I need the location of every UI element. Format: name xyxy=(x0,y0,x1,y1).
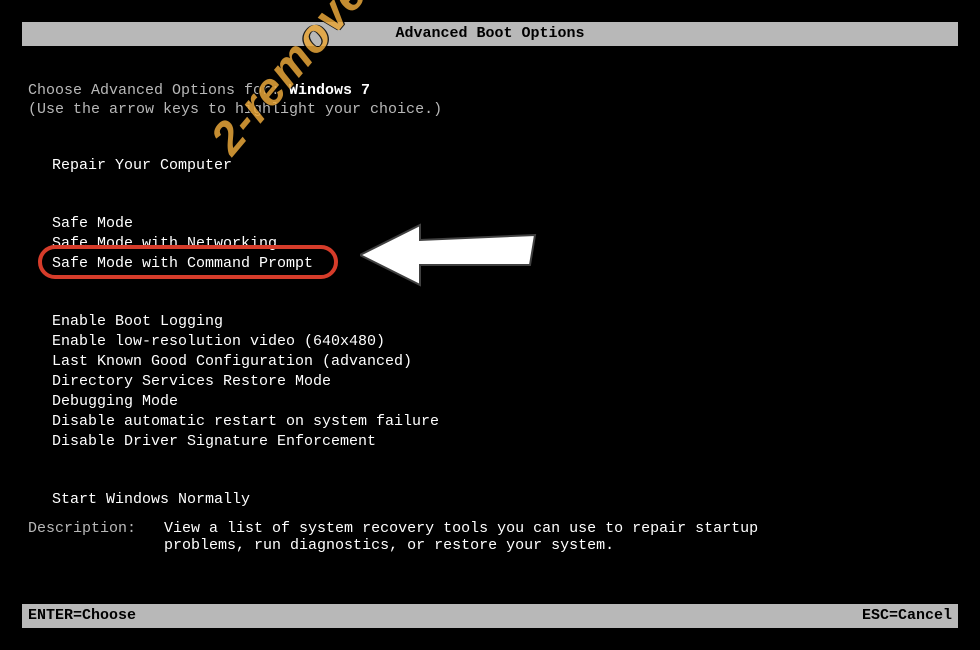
group-safe-modes: Safe Mode Safe Mode with Networking Safe… xyxy=(28,214,952,274)
option-start-normally[interactable]: Start Windows Normally xyxy=(52,490,250,510)
option-ds-restore-mode[interactable]: Directory Services Restore Mode xyxy=(52,372,331,392)
description-label: Description: xyxy=(28,520,136,554)
group-advanced: Enable Boot Logging Enable low-resolutio… xyxy=(28,312,952,452)
option-safe-mode-networking[interactable]: Safe Mode with Networking xyxy=(52,234,277,254)
option-debugging-mode[interactable]: Debugging Mode xyxy=(52,392,178,412)
footer-bar: ENTER=Choose ESC=Cancel xyxy=(22,604,958,628)
boot-screen: Advanced Boot Options Choose Advanced Op… xyxy=(0,0,980,650)
option-low-res-video[interactable]: Enable low-resolution video (640x480) xyxy=(52,332,385,352)
description-block: Description: View a list of system recov… xyxy=(28,520,764,554)
option-disable-driver-sig[interactable]: Disable Driver Signature Enforcement xyxy=(52,432,376,452)
option-disable-auto-restart[interactable]: Disable automatic restart on system fail… xyxy=(52,412,439,432)
prompt-line: Choose Advanced Options for: Windows 7 xyxy=(28,82,952,99)
title-text: Advanced Boot Options xyxy=(395,25,584,42)
option-last-known-good[interactable]: Last Known Good Configuration (advanced) xyxy=(52,352,412,372)
body-area: Choose Advanced Options for: Windows 7 (… xyxy=(28,60,952,510)
title-bar: Advanced Boot Options xyxy=(22,22,958,46)
group-normal: Start Windows Normally xyxy=(28,490,952,510)
description-text: View a list of system recovery tools you… xyxy=(164,520,764,554)
option-safe-mode[interactable]: Safe Mode xyxy=(52,214,133,234)
group-repair: Repair Your Computer xyxy=(28,156,952,176)
keyboard-hint: (Use the arrow keys to highlight your ch… xyxy=(28,101,952,118)
option-repair-computer[interactable]: Repair Your Computer xyxy=(52,156,232,176)
footer-enter: ENTER=Choose xyxy=(28,604,136,628)
footer-esc: ESC=Cancel xyxy=(862,604,952,628)
option-safe-mode-command-prompt[interactable]: Safe Mode with Command Prompt xyxy=(52,254,313,274)
option-boot-logging[interactable]: Enable Boot Logging xyxy=(52,312,223,332)
